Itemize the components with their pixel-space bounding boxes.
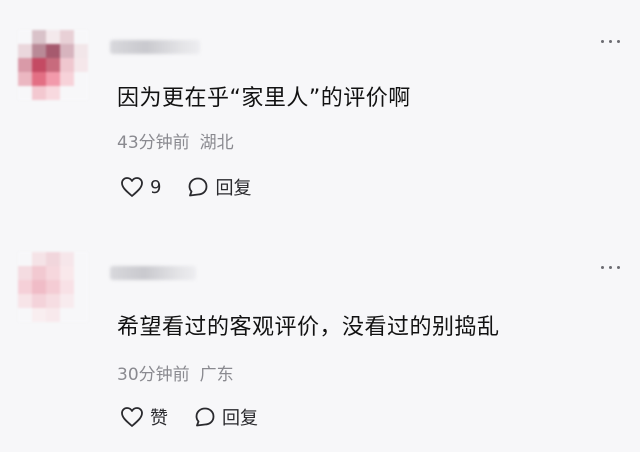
avatar-pixel <box>32 30 46 44</box>
avatar-pixel <box>18 280 32 294</box>
avatar-pixel <box>60 280 74 294</box>
avatar-pixel <box>32 72 46 86</box>
avatar-pixel <box>32 58 46 72</box>
avatar-pixel <box>74 252 88 266</box>
avatar-pixel <box>60 252 74 266</box>
comment-meta: 30分钟前 广东 <box>117 360 234 385</box>
avatar-pixel <box>74 86 88 100</box>
avatar-pixel <box>18 58 32 72</box>
like-count: 9 <box>150 176 162 198</box>
comment-item: 希望看过的客观评价，没看过的别捣乱 30分钟前 广东 赞 回复 <box>0 226 640 452</box>
avatar-pixel <box>46 252 60 266</box>
comment-text: 希望看过的客观评价，没看过的别捣乱 <box>117 315 500 340</box>
avatar-pixel <box>60 308 74 322</box>
avatar-pixel <box>32 44 46 58</box>
avatar-pixel <box>18 44 32 58</box>
avatar-pixel <box>32 280 46 294</box>
like-button[interactable]: 赞 <box>120 404 168 430</box>
more-dots-icon[interactable] <box>601 266 620 269</box>
avatar-pixel <box>46 308 60 322</box>
avatar-pixel <box>46 280 60 294</box>
avatar-pixel <box>46 30 60 44</box>
avatar-pixel <box>60 44 74 58</box>
avatar-pixel <box>74 280 88 294</box>
avatar-pixel <box>46 44 60 58</box>
comment-actions: 9 回复 <box>120 174 251 200</box>
avatar-pixel <box>74 294 88 308</box>
avatar-pixel <box>46 294 60 308</box>
avatar-pixel <box>60 30 74 44</box>
comment-meta: 43分钟前 湖北 <box>117 128 234 153</box>
reply-button[interactable]: 回复 <box>194 404 258 430</box>
comment-text: 因为更在乎“家里人”的评价啊 <box>117 86 411 111</box>
avatar[interactable] <box>18 252 88 322</box>
avatar-pixel <box>74 30 88 44</box>
avatar-pixel <box>46 266 60 280</box>
comment-region: 广东 <box>199 365 234 385</box>
heart-icon <box>121 407 143 427</box>
avatar-pixel <box>46 86 60 100</box>
avatar-pixel <box>74 266 88 280</box>
reply-label: 回复 <box>215 178 252 199</box>
avatar-pixel <box>60 58 74 72</box>
comment-bubble-icon <box>189 177 208 197</box>
avatar-pixel <box>18 266 32 280</box>
like-label: 赞 <box>150 408 168 429</box>
avatar-pixel <box>18 72 32 86</box>
avatar-pixel <box>74 308 88 322</box>
reply-label: 回复 <box>222 408 258 429</box>
avatar[interactable] <box>18 30 88 100</box>
avatar-pixel <box>32 308 46 322</box>
avatar-pixel <box>32 252 46 266</box>
avatar-pixel <box>32 294 46 308</box>
username-blurred[interactable] <box>110 40 200 54</box>
avatar-pixel <box>18 30 32 44</box>
reply-button[interactable]: 回复 <box>187 174 251 200</box>
heart-icon <box>121 177 143 197</box>
comment-actions: 赞 回复 <box>120 404 258 430</box>
avatar-pixel <box>74 58 88 72</box>
comment-time: 43分钟前 <box>117 133 190 153</box>
username-blurred[interactable] <box>110 266 196 280</box>
like-button[interactable]: 9 <box>120 176 161 198</box>
comment-item: 因为更在乎“家里人”的评价啊 43分钟前 湖北 9 回复 <box>0 0 640 226</box>
avatar-pixel <box>32 266 46 280</box>
avatar-pixel <box>18 294 32 308</box>
avatar-pixel <box>46 72 60 86</box>
avatar-pixel <box>18 86 32 100</box>
comment-region: 湖北 <box>199 133 234 153</box>
avatar-pixel <box>18 308 32 322</box>
comment-bubble-icon <box>195 407 215 427</box>
avatar-pixel <box>32 86 46 100</box>
comment-time: 30分钟前 <box>117 365 190 385</box>
avatar-pixel <box>60 72 74 86</box>
avatar-pixel <box>74 72 88 86</box>
avatar-pixel <box>60 86 74 100</box>
avatar-pixel <box>46 58 60 72</box>
avatar-pixel <box>74 44 88 58</box>
avatar-pixel <box>60 294 74 308</box>
more-dots-icon[interactable] <box>601 40 620 43</box>
avatar-pixel <box>18 252 32 266</box>
avatar-pixel <box>60 266 74 280</box>
